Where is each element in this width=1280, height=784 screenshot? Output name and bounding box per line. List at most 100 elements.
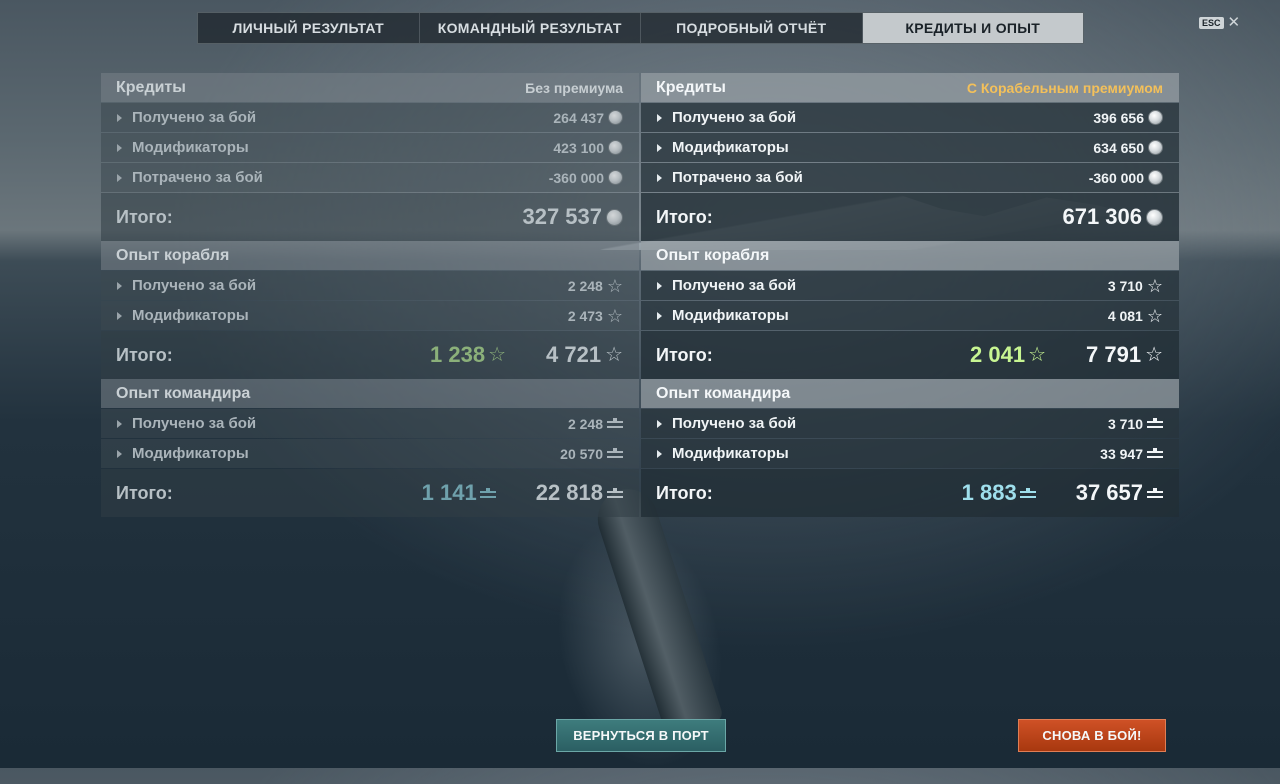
ship-xp-total: Итого: 1 238 ☆ 4 721 ☆ xyxy=(101,331,639,379)
close-icon[interactable]: ✕ xyxy=(1228,15,1241,30)
commander-xp-icon xyxy=(1147,418,1163,429)
total-label: Итого: xyxy=(656,344,713,365)
credits-row-spent[interactable]: Потрачено за бой -360 000 xyxy=(101,163,639,192)
row-value: 264 437 xyxy=(553,110,623,126)
ship-xp-header: Опыт корабля xyxy=(101,241,639,270)
ship-xp-row-modifiers[interactable]: Модификаторы 4 081 ☆ xyxy=(641,301,1179,330)
row-value: 2 248 ☆ xyxy=(567,275,623,296)
row-label: Потрачено за бой xyxy=(132,169,263,186)
silver-coin-icon xyxy=(608,170,623,185)
credits-title: Кредиты xyxy=(116,78,186,96)
expand-arrow-icon xyxy=(657,143,662,152)
ship-xp-total-value: 4 721 ☆ xyxy=(546,342,623,367)
row-value: 634 650 xyxy=(1093,140,1163,156)
credits-row-modifiers[interactable]: Модификаторы 634 650 xyxy=(641,133,1179,162)
commander-xp-icon xyxy=(1147,487,1163,499)
commander-xp-header: Опыт командира xyxy=(101,379,639,408)
tab-credits-and-xp[interactable]: КРЕДИТЫ И ОПЫТ xyxy=(862,13,1083,43)
tab-bar: ЛИЧНЫЙ РЕЗУЛЬТАТ КОМАНДНЫЙ РЕЗУЛЬТАТ ПОД… xyxy=(197,12,1084,44)
total-label: Итого: xyxy=(116,482,173,503)
star-icon: ☆ xyxy=(1146,275,1163,296)
row-label: Получено за бой xyxy=(132,277,257,294)
commander-xp-total: Итого: 1 883 37 657 xyxy=(641,469,1179,517)
star-icon: ☆ xyxy=(606,275,623,296)
commander-xp-row-modifiers[interactable]: Модификаторы 20 570 xyxy=(101,439,639,468)
commander-xp-row-modifiers[interactable]: Модификаторы 33 947 xyxy=(641,439,1179,468)
commander-xp-row-earned[interactable]: Получено за бой 3 710 xyxy=(641,409,1179,438)
tab-personal-result[interactable]: ЛИЧНЫЙ РЕЗУЛЬТАТ xyxy=(198,13,420,43)
no-premium-label: Без премиума xyxy=(525,79,623,96)
free-xp-star-icon: ☆ xyxy=(488,344,506,366)
row-value: 423 100 xyxy=(553,140,623,156)
silver-coin-icon xyxy=(606,208,623,226)
row-value: 396 656 xyxy=(1093,110,1163,126)
credits-total-value: 671 306 xyxy=(1062,204,1163,230)
row-label: Модификаторы xyxy=(132,445,249,462)
credits-row-earned[interactable]: Получено за бой 264 437 xyxy=(101,103,639,132)
row-label: Получено за бой xyxy=(132,415,257,432)
expand-arrow-icon xyxy=(117,173,122,182)
return-to-port-button[interactable]: ВЕРНУТЬСЯ В ПОРТ xyxy=(556,719,726,752)
ship-xp-title: Опыт корабля xyxy=(116,246,230,264)
row-label: Модификаторы xyxy=(132,307,249,324)
free-xp-star-icon: ☆ xyxy=(1028,344,1046,366)
silver-coin-icon xyxy=(1148,170,1163,185)
star-icon: ☆ xyxy=(1145,344,1163,366)
expand-arrow-icon xyxy=(117,449,122,458)
credits-row-earned[interactable]: Получено за бой 396 656 xyxy=(641,103,1179,132)
commander-xp-icon xyxy=(607,448,623,459)
commander-xp-title: Опыт командира xyxy=(656,384,791,402)
credits-row-modifiers[interactable]: Модификаторы 423 100 xyxy=(101,133,639,162)
commander-xp-total: Итого: 1 141 22 818 xyxy=(101,469,639,517)
ship-xp-total-value: 7 791 ☆ xyxy=(1086,342,1163,367)
commander-xp-icon xyxy=(1147,448,1163,459)
row-label: Получено за бой xyxy=(672,415,797,432)
row-value: -360 000 xyxy=(1089,170,1163,186)
free-xp-bonus: 1 238 ☆ xyxy=(430,342,506,367)
premium-label: С Корабельным премиумом xyxy=(966,79,1163,96)
row-value: 2 473 ☆ xyxy=(567,305,623,326)
row-label: Модификаторы xyxy=(672,445,789,462)
credits-header: Кредиты Без премиума xyxy=(101,73,639,102)
ship-xp-row-earned[interactable]: Получено за бой 2 248 ☆ xyxy=(101,271,639,300)
ship-xp-header: Опыт корабля xyxy=(641,241,1179,270)
expand-arrow-icon xyxy=(117,113,122,122)
commander-xp-title: Опыт командира xyxy=(116,384,251,402)
expand-arrow-icon xyxy=(117,143,122,152)
commander-xp-bonus: 1 141 xyxy=(422,480,496,506)
silver-coin-icon xyxy=(608,110,623,125)
tab-team-result[interactable]: КОМАНДНЫЙ РЕЗУЛЬТАТ xyxy=(420,13,641,43)
panel-without-premium: Кредиты Без премиума Получено за бой 264… xyxy=(101,73,639,517)
expand-arrow-icon xyxy=(117,311,122,320)
row-label: Модификаторы xyxy=(132,139,249,156)
commander-xp-row-earned[interactable]: Получено за бой 2 248 xyxy=(101,409,639,438)
expand-arrow-icon xyxy=(657,173,662,182)
expand-arrow-icon xyxy=(657,281,662,290)
ship-xp-row-earned[interactable]: Получено за бой 3 710 ☆ xyxy=(641,271,1179,300)
expand-arrow-icon xyxy=(117,281,122,290)
expand-arrow-icon xyxy=(657,419,662,428)
battle-again-button[interactable]: СНОВА В БОЙ! xyxy=(1018,719,1166,752)
credits-row-spent[interactable]: Потрачено за бой -360 000 xyxy=(641,163,1179,192)
esc-key-badge: ESC xyxy=(1199,16,1224,29)
silver-coin-icon xyxy=(608,140,623,155)
row-value: 3 710 xyxy=(1108,416,1163,432)
commander-xp-total-value: 22 818 xyxy=(536,480,623,506)
close-button[interactable]: ESC ✕ xyxy=(1199,15,1240,30)
commander-xp-icon xyxy=(607,418,623,429)
ship-xp-row-modifiers[interactable]: Модификаторы 2 473 ☆ xyxy=(101,301,639,330)
total-label: Итого: xyxy=(656,206,713,227)
free-xp-bonus: 2 041 ☆ xyxy=(970,342,1046,367)
ship-xp-total: Итого: 2 041 ☆ 7 791 ☆ xyxy=(641,331,1179,379)
commander-xp-bonus: 1 883 xyxy=(962,480,1036,506)
expand-arrow-icon xyxy=(657,449,662,458)
row-value: 4 081 ☆ xyxy=(1107,305,1163,326)
panel-with-premium: Кредиты С Корабельным премиумом Получено… xyxy=(641,73,1179,517)
commander-xp-icon xyxy=(1019,487,1036,499)
star-icon: ☆ xyxy=(606,305,623,326)
commander-xp-header: Опыт командира xyxy=(641,379,1179,408)
tab-detailed-report[interactable]: ПОДРОБНЫЙ ОТЧЁТ xyxy=(641,13,863,43)
silver-coin-icon xyxy=(1148,110,1163,125)
credits-total-value: 327 537 xyxy=(522,204,623,230)
commander-xp-icon xyxy=(479,487,496,499)
